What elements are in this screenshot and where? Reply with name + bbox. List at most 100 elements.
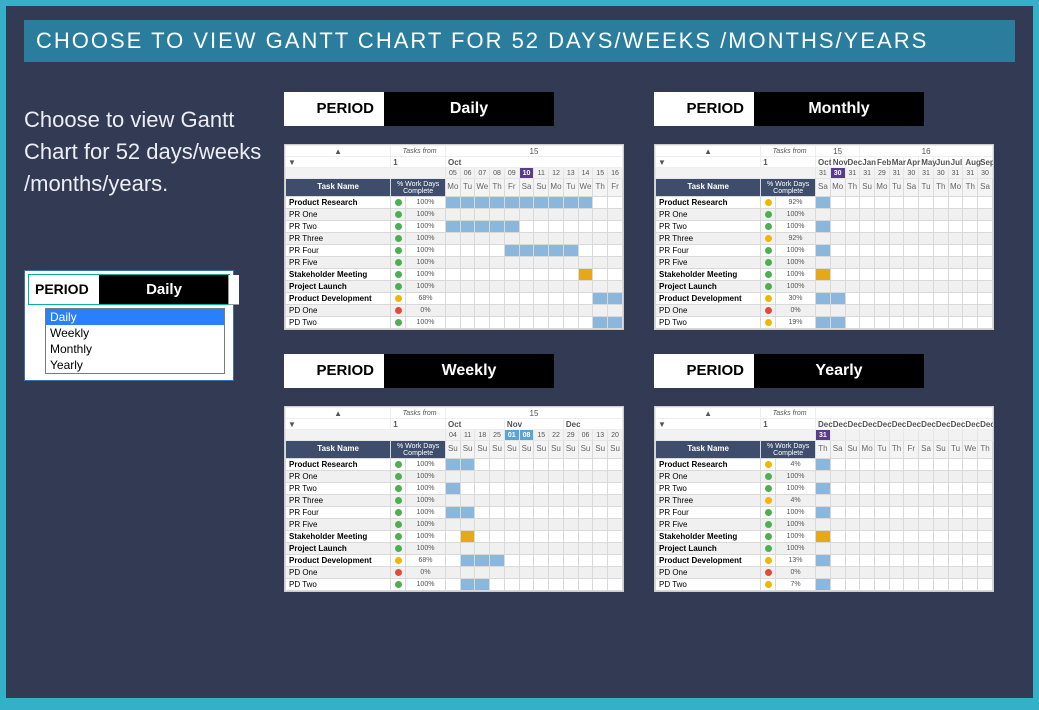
gantt-cell [904,483,919,495]
gantt-cell [816,269,831,281]
task-status-dot [391,269,406,281]
task-name-cell: PR One [656,209,761,221]
gantt-cell [889,281,904,293]
gantt-cell [563,555,578,567]
tasks-from-label: Tasks from [761,408,816,419]
nav-down-button[interactable]: ▼ [286,157,391,168]
gantt-cell [963,257,978,269]
gantt-cell [816,531,831,543]
gantt-cell [504,257,519,269]
nav-up-button[interactable]: ▲ [286,408,391,419]
gantt-cell [519,209,534,221]
gantt-cell [978,579,993,591]
gantt-cell [919,317,934,329]
period-value: Weekly [384,354,554,388]
gantt-cell [460,579,475,591]
gantt-cell [519,507,534,519]
task-name-cell: PR Four [656,507,761,519]
gantt-cell [933,209,948,221]
task-name-cell: PR Five [656,519,761,531]
gantt-cell [860,459,875,471]
task-row: PR Five100% [656,519,993,531]
gantt-cell [978,221,993,233]
month-header: Oct [445,419,504,430]
day-header: Su [460,441,475,459]
task-status-dot [391,257,406,269]
gantt-cell [549,459,564,471]
period-option-monthly[interactable]: Monthly [46,341,224,357]
gantt-cell [445,519,460,531]
period-option-yearly[interactable]: Yearly [46,357,224,373]
gantt-cell [889,495,904,507]
gantt-cell [904,305,919,317]
date-header: 08 [490,168,505,179]
task-row: Product Research100% [286,459,623,471]
dropdown-arrow-icon[interactable]: ▾ [229,295,239,305]
gantt-cell [475,543,490,555]
gantt-cell [608,483,623,495]
day-header: Mo [445,179,460,197]
gantt-cell [904,579,919,591]
task-pct-cell: 100% [405,543,445,555]
gantt-cell [919,233,934,245]
period-value: Yearly [754,354,924,388]
gantt-cell [460,471,475,483]
period-option-weekly[interactable]: Weekly [46,325,224,341]
gantt-cell [608,197,623,209]
month-header: Dec [874,419,889,430]
gantt-cell [874,531,889,543]
chart-period-header: PERIOD Weekly [284,354,554,388]
gantt-cell [445,257,460,269]
gantt-cell [860,555,875,567]
gantt-cell [830,317,845,329]
nav-down-button[interactable]: ▼ [656,157,761,168]
gantt-cell [519,579,534,591]
date-header: 09 [504,168,519,179]
period-selector[interactable]: PERIOD Daily ▾ [28,274,230,305]
month-header: Dec [563,419,622,430]
gantt-cell [490,543,505,555]
gantt-cell [534,471,549,483]
day-header: Tu [874,441,889,459]
gantt-cell [490,567,505,579]
gantt-cell [445,543,460,555]
gantt-table: ▲ Tasks from ▼ 1DecDecDecDecDecDecDecDec… [654,406,994,592]
gantt-cell [445,221,460,233]
date-header: 04 [445,430,460,441]
gantt-cell [549,471,564,483]
date-header: 31 [919,168,934,179]
period-option-daily[interactable]: Daily [46,309,224,325]
task-pct-cell: 100% [405,245,445,257]
task-row: PR One100% [286,471,623,483]
nav-up-button[interactable]: ▲ [656,146,761,157]
gantt-cell [445,269,460,281]
nav-up-button[interactable]: ▲ [286,146,391,157]
gantt-cell [608,281,623,293]
gantt-cell [593,519,608,531]
gantt-cell [490,459,505,471]
task-status-dot [391,519,406,531]
gantt-cell [948,221,963,233]
task-name-cell: PD Two [656,579,761,591]
gantt-cell [860,317,875,329]
gantt-cell [874,221,889,233]
day-header: Su [563,441,578,459]
month-header: Dec [904,419,919,430]
nav-up-button[interactable]: ▲ [656,408,761,419]
gantt-cell [948,317,963,329]
gantt-cell [845,209,860,221]
task-row: Project Launch100% [656,543,993,555]
date-header: 31 [816,168,831,179]
gantt-cell [563,519,578,531]
nav-down-button[interactable]: ▼ [656,419,761,430]
gantt-cell [845,305,860,317]
gantt-cell [475,317,490,329]
gantt-cell [919,567,934,579]
nav-down-button[interactable]: ▼ [286,419,391,430]
gantt-cell [549,531,564,543]
gantt-cell [963,245,978,257]
task-row: Product Development68% [286,555,623,567]
task-status-dot [391,305,406,317]
gantt-cell [445,531,460,543]
gantt-cell [460,221,475,233]
